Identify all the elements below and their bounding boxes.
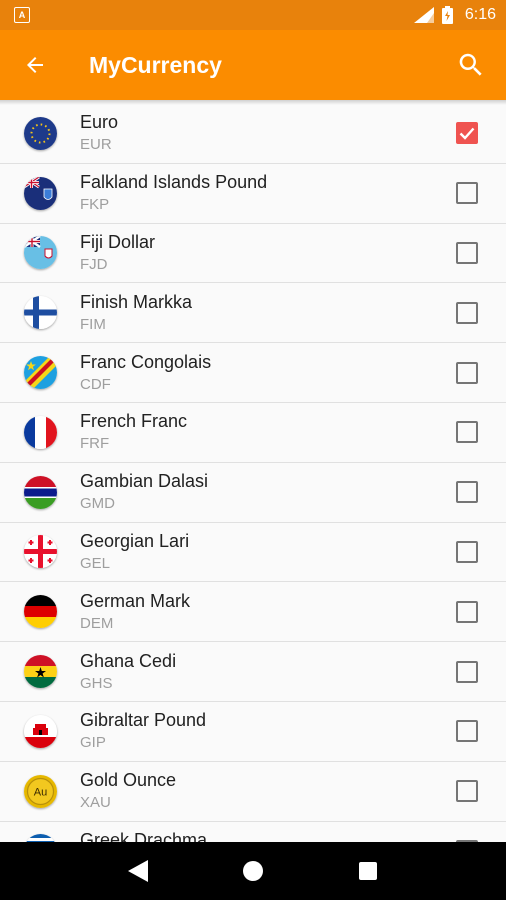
currency-checkbox[interactable] (456, 660, 478, 683)
currency-row[interactable]: Euro EUR (0, 104, 506, 164)
currency-name: Euro (80, 112, 119, 133)
checkmark-icon (459, 128, 475, 141)
currency-name: Gold Ounce (80, 770, 177, 791)
notification-icon: A (14, 7, 30, 23)
france-flag-icon (24, 415, 57, 449)
back-button[interactable] (0, 30, 70, 100)
currency-code: FIM (80, 315, 106, 333)
currency-code: EUR (80, 136, 112, 154)
home-nav-button[interactable] (223, 842, 283, 900)
currency-text: Fiji Dollar FJD (80, 231, 155, 275)
finland-flag-icon (24, 296, 57, 330)
currency-text: Franc Congolais CDF (80, 351, 211, 395)
gibraltar-flag-icon (24, 714, 57, 748)
currency-list[interactable]: Euro EUR Falkland Islands Pound FKP Fiji Dol… (0, 104, 506, 842)
currency-row[interactable]: French Franc FRF (0, 403, 506, 463)
congo-flag-icon (24, 356, 57, 390)
arrow-left-icon (27, 57, 43, 73)
page-title: MyCurrency (89, 51, 222, 78)
recents-nav-button[interactable] (338, 842, 398, 900)
gambia-flag-icon (24, 475, 57, 509)
status-bar: A 6:16 (0, 0, 506, 30)
currency-code: GIP (80, 734, 106, 752)
georgia-flag-icon (24, 535, 57, 569)
currency-name: Gibraltar Pound (80, 710, 207, 731)
currency-checkbox[interactable] (456, 241, 478, 264)
currency-row[interactable]: Ghana Cedi GHS (0, 642, 506, 702)
currency-name: Finish Markka (80, 291, 193, 312)
search-icon (459, 53, 482, 76)
currency-row[interactable]: Gambian Dalasi GMD (0, 463, 506, 523)
search-button[interactable] (436, 30, 506, 100)
gold-coin-label: Au (34, 786, 47, 798)
currency-checkbox[interactable] (456, 780, 478, 803)
currency-name: German Mark (80, 590, 191, 611)
currency-code: XAU (80, 794, 111, 812)
currency-code: DEM (80, 614, 114, 632)
currency-checkbox[interactable] (456, 600, 478, 623)
battery-icon (441, 6, 453, 24)
currency-text: Greek DrachmaGRD (80, 829, 207, 842)
currency-row[interactable]: Georgian Lari GEL (0, 523, 506, 583)
currency-code: GHS (80, 674, 113, 692)
currency-name: Franc Congolais (80, 351, 212, 372)
currency-text: Georgian Lari GEL (80, 530, 189, 574)
square-recents-icon (359, 862, 378, 880)
falkland-flag-icon (24, 176, 57, 210)
currency-row[interactable]: Finish Markka FIM (0, 283, 506, 344)
currency-text: Finish Markka FIM (80, 291, 192, 335)
currency-checkbox[interactable] (456, 481, 478, 504)
currency-name: Georgian Lari (80, 530, 190, 551)
currency-text: Gold Ounce XAU (80, 769, 176, 813)
currency-checkbox[interactable] (456, 540, 478, 563)
currency-text: Gambian Dalasi GMD (80, 470, 208, 514)
gold-coin-icon: Au (24, 774, 57, 808)
ghana-flag-icon (24, 655, 57, 689)
currency-row[interactable]: Greek DrachmaGRD (0, 822, 506, 842)
greece-flag-icon (24, 834, 57, 842)
currency-code: FJD (80, 255, 108, 273)
currency-name: Ghana Cedi (80, 650, 177, 671)
currency-row[interactable]: Fiji Dollar FJD (0, 224, 506, 284)
currency-row[interactable]: Gibraltar Pound GIP (0, 702, 506, 762)
currency-code: FRF (80, 435, 110, 453)
currency-name: Falkland Islands Pound (80, 172, 268, 193)
currency-row[interactable]: German Mark DEM (0, 582, 506, 643)
currency-row[interactable]: Franc Congolais CDF (0, 343, 506, 403)
currency-text: French Franc FRF (80, 410, 187, 454)
currency-row[interactable]: Falkland Islands Pound FKP (0, 164, 506, 224)
app-bar: MyCurrency (0, 30, 506, 100)
currency-code: CDF (80, 375, 111, 393)
currency-checkbox[interactable] (456, 421, 478, 444)
currency-code: FKP (80, 196, 110, 214)
status-time: 6:16 (464, 6, 496, 23)
currency-checkbox[interactable] (456, 301, 478, 324)
eu-flag-icon (24, 116, 57, 150)
germany-flag-icon (24, 595, 57, 629)
currency-name: Greek Drachma (80, 829, 208, 842)
currency-name: Fiji Dollar (80, 231, 156, 252)
currency-text: Euro EUR (80, 111, 118, 155)
currency-code: GMD (80, 495, 115, 513)
currency-name: Gambian Dalasi (80, 471, 209, 492)
triangle-back-icon (127, 860, 148, 882)
currency-checkbox[interactable] (456, 720, 478, 743)
currency-code: GEL (80, 554, 111, 572)
currency-name: French Franc (80, 411, 188, 432)
currency-checkbox[interactable] (456, 182, 478, 205)
fiji-flag-icon (24, 236, 57, 270)
currency-text: Gibraltar Pound GIP (80, 709, 206, 753)
circle-home-icon (242, 861, 263, 881)
currency-text: Falkland Islands Pound FKP (80, 171, 267, 215)
signal-icon (413, 7, 434, 23)
currency-text: Ghana Cedi GHS (80, 650, 176, 694)
back-nav-button[interactable] (108, 842, 168, 900)
status-indicators: 6:16 (413, 6, 496, 24)
currency-text: German Mark DEM (80, 590, 190, 634)
navigation-bar (0, 842, 506, 900)
currency-row[interactable]: Au Gold Ounce XAU (0, 762, 506, 822)
currency-checkbox[interactable] (456, 122, 478, 145)
currency-checkbox[interactable] (456, 361, 478, 384)
